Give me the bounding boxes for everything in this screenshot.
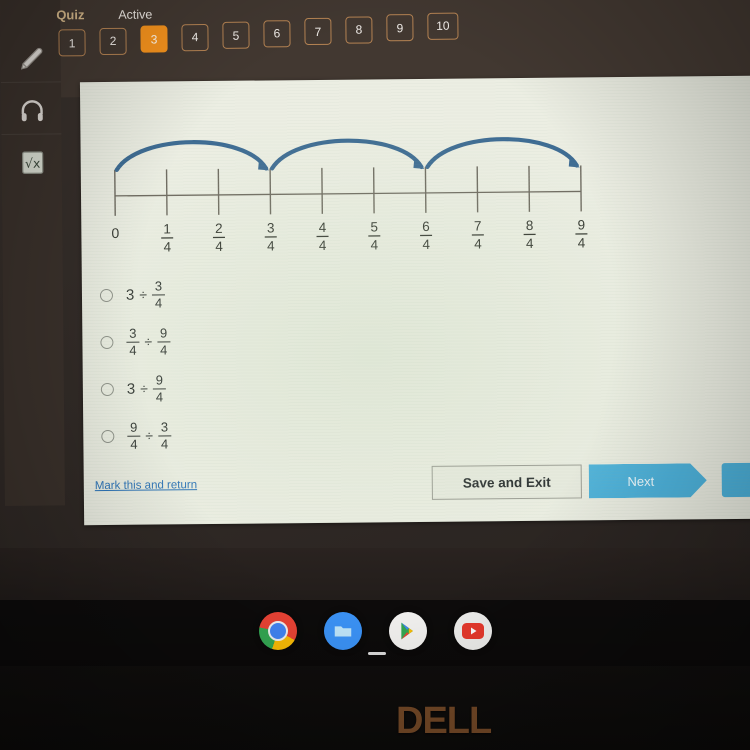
status-badge: Active <box>118 7 153 22</box>
denominator: 4 <box>154 295 163 311</box>
denominator: 4 <box>129 342 137 358</box>
fraction: 34 <box>125 326 140 358</box>
calculator-tool[interactable]: √x <box>11 141 53 183</box>
fraction: 34 <box>157 419 172 452</box>
number-line-svg: 0 1 4 2 4 3 4 4 4 5 4 6 4 7 4 8 4 9 4 <box>111 137 588 254</box>
numerator: 9 <box>130 420 138 436</box>
svg-text:5: 5 <box>370 219 378 234</box>
expression-a: 3 ÷ 3 4 <box>125 278 166 311</box>
fraction: 34 <box>151 278 166 311</box>
highlighter-tool[interactable] <box>10 37 52 79</box>
svg-text:6: 6 <box>422 219 430 234</box>
answer-options[interactable]: 3 ÷ 3 4 3 4 ÷ 9 4 3 ÷ 9 4 9 4 ÷ 3 4 <box>93 269 395 460</box>
question-chip-2[interactable]: 2 <box>99 27 127 55</box>
svg-text:4: 4 <box>319 238 327 253</box>
files-icon[interactable] <box>323 612 362 650</box>
numerator: 9 <box>155 372 164 388</box>
denominator: 4 <box>155 389 164 405</box>
denominator: 4 <box>130 436 138 452</box>
expression-d: 9 4 ÷ 3 4 <box>126 419 172 452</box>
divide-operator: ÷ <box>140 381 148 398</box>
shelf-icon-group[interactable] <box>0 612 750 650</box>
denominator: 4 <box>159 342 168 358</box>
question-chip-10[interactable]: 10 <box>427 12 459 40</box>
svg-text:√x: √x <box>25 156 41 171</box>
whole-number: 3 <box>125 286 135 304</box>
expression-c: 3 ÷ 9 4 <box>126 372 167 405</box>
question-chip-4[interactable]: 4 <box>181 23 209 51</box>
question-chip-6[interactable]: 6 <box>263 19 291 48</box>
radio-b[interactable] <box>100 335 114 350</box>
answer-option-a[interactable]: 3 ÷ 3 4 <box>93 269 393 319</box>
fraction: 94 <box>156 325 171 358</box>
secondary-nav-button[interactable] <box>721 462 750 498</box>
chrome-active-indicator <box>368 652 386 655</box>
answer-option-c[interactable]: 3 ÷ 9 4 <box>94 363 394 413</box>
question-card: 0142434445464748494 3 ÷ 3 4 3 4 ÷ 9 4 3 ÷ 9 4 9 4 ÷ 3 4 M… <box>79 75 750 526</box>
chrome-icon[interactable] <box>258 612 297 650</box>
play-triangle-glyph <box>400 622 413 640</box>
radio-d[interactable] <box>101 429 115 444</box>
youtube-icon[interactable] <box>453 612 492 650</box>
jump-arc-1 <box>114 140 270 172</box>
denominator: 4 <box>160 436 169 452</box>
audio-tool[interactable] <box>11 89 53 131</box>
radio-a[interactable] <box>99 288 114 303</box>
svg-text:4: 4 <box>267 238 275 253</box>
fraction: 94 <box>152 372 167 405</box>
play-store-icon[interactable] <box>388 612 427 650</box>
expression-b: 3 4 ÷ 9 4 <box>125 325 171 358</box>
svg-text:7: 7 <box>474 218 482 233</box>
next-button[interactable]: Next <box>589 463 707 498</box>
tick-label-0: 0 <box>111 225 119 241</box>
svg-text:3: 3 <box>267 220 275 235</box>
section-label: Quiz <box>56 7 85 23</box>
fraction: 94 <box>126 420 141 452</box>
question-chip-7[interactable]: 7 <box>304 18 332 46</box>
number-line-figure: 0 1 4 2 4 3 4 4 4 5 4 6 4 7 4 8 4 9 4 <box>96 99 598 274</box>
svg-text:4: 4 <box>422 237 430 252</box>
svg-text:4: 4 <box>474 236 482 251</box>
headphones-icon <box>21 100 43 122</box>
numerator: 3 <box>129 326 137 342</box>
svg-text:8: 8 <box>526 218 534 233</box>
question-chip-1[interactable]: 1 <box>58 29 86 57</box>
screen-content: Dividing a Fraction by Quiz Active 12345… <box>0 0 750 566</box>
svg-text:4: 4 <box>526 236 534 251</box>
svg-text:4: 4 <box>319 220 327 235</box>
calculator-icon: √x <box>21 151 44 175</box>
answer-option-d[interactable]: 9 4 ÷ 3 4 <box>94 410 394 460</box>
save-and-exit-button[interactable]: Save and Exit <box>431 464 582 500</box>
jump-arc-3 <box>425 137 580 170</box>
divide-operator: ÷ <box>144 334 153 351</box>
question-chip-3[interactable]: 3 <box>140 25 168 53</box>
dell-brand-logo: DELL <box>396 700 492 742</box>
question-chip-8[interactable]: 8 <box>345 16 373 44</box>
answer-option-b[interactable]: 3 4 ÷ 9 4 <box>93 316 393 366</box>
svg-text:4: 4 <box>163 239 171 254</box>
screen-bezel <box>0 660 750 750</box>
question-chip-9[interactable]: 9 <box>386 14 414 42</box>
action-row: Mark this and return Save and Exit Next <box>84 461 750 510</box>
numerator: 9 <box>159 325 168 341</box>
svg-text:4: 4 <box>215 239 223 254</box>
folder-glyph <box>334 626 351 637</box>
divide-operator: ÷ <box>139 287 148 304</box>
mark-and-return-link[interactable]: Mark this and return <box>95 479 197 492</box>
svg-text:9: 9 <box>577 217 585 232</box>
whole-number: 3 <box>126 380 136 398</box>
numerator: 3 <box>160 419 169 435</box>
youtube-glyph <box>461 623 484 639</box>
radio-c[interactable] <box>100 382 114 397</box>
question-chip-5[interactable]: 5 <box>222 21 250 50</box>
pencil-icon <box>20 47 43 70</box>
numerator: 3 <box>154 278 163 294</box>
photographed-laptop-screen: Dividing a Fraction by Quiz Active 12345… <box>0 0 750 750</box>
svg-text:1: 1 <box>163 221 171 236</box>
svg-text:4: 4 <box>371 237 379 252</box>
divide-operator: ÷ <box>145 428 154 445</box>
svg-text:2: 2 <box>215 221 223 236</box>
svg-text:4: 4 <box>578 235 586 250</box>
jump-arc-2 <box>269 138 425 171</box>
